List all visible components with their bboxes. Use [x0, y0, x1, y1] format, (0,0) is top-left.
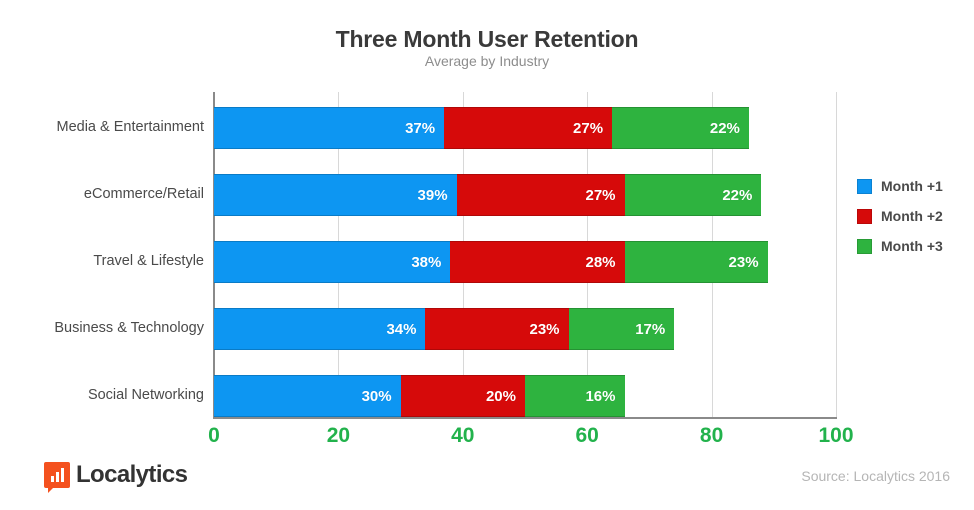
legend-label: Month +1	[881, 178, 943, 194]
bar-value-label: 20%	[485, 387, 516, 405]
bar-value-label: 22%	[722, 186, 753, 204]
x-tick-label: 20	[326, 424, 351, 447]
bar-segment[interactable]: 37%	[214, 107, 445, 149]
gridline-100	[836, 92, 837, 417]
source-credit: Source: Localytics 2016	[801, 468, 950, 484]
bar-row[interactable]: 39% 27% 22%	[214, 174, 762, 216]
bar-row[interactable]: 38% 28% 23%	[214, 241, 768, 283]
legend-color-swatch	[857, 178, 872, 194]
chart-canvas: Three Month User Retention Average by In…	[0, 0, 974, 510]
localytics-logo: Localytics	[44, 461, 188, 493]
x-tick-label: 40	[451, 424, 475, 447]
bar-row[interactable]: 34% 23% 17%	[214, 308, 675, 350]
category-axis: Media & Entertainment eCommerce/Retail Tra…	[14, 92, 204, 417]
chart-title: Three Month User Retention	[335, 26, 639, 52]
category-label: eCommerce/Retail	[83, 186, 204, 202]
bar-segment[interactable]: 38%	[214, 241, 451, 283]
bar-segment[interactable]: 17%	[568, 308, 675, 350]
bar-value-label: 38%	[411, 253, 442, 271]
bar-row[interactable]: 37% 27% 22%	[214, 107, 749, 149]
legend-item[interactable]: Month +1	[857, 178, 943, 194]
x-tick-label: 0	[208, 424, 220, 447]
bar-segment[interactable]: 27%	[444, 107, 613, 149]
legend-item[interactable]: Month +3	[857, 238, 943, 254]
chart-subtitle: Average by Industry	[424, 53, 550, 69]
category-label: Business & Technology	[54, 320, 204, 336]
chart-legend: Month +1 Month +2 Month +3	[857, 178, 943, 254]
bar-segment[interactable]: 39%	[214, 174, 457, 216]
category-label: Social Networking	[87, 387, 204, 403]
legend-item[interactable]: Month +2	[857, 208, 943, 224]
bar-segment[interactable]: 22%	[624, 174, 762, 216]
bar-segment[interactable]: 23%	[624, 241, 768, 283]
legend-color-swatch	[857, 238, 872, 254]
bar-value-label: 30%	[361, 387, 392, 405]
bar-value-label: 23%	[728, 253, 759, 271]
category-label: Media & Entertainment	[56, 119, 205, 135]
bar-segment[interactable]: 27%	[456, 174, 625, 216]
bar-segment[interactable]: 16%	[524, 375, 625, 417]
bar-value-label: 37%	[405, 119, 436, 137]
localytics-bubble-chart-icon	[44, 462, 70, 493]
bar-value-label: 27%	[573, 119, 604, 137]
plot-area: 37% 27% 22% 39% 27% 22% 38% 28% 23% 34% 23% 17% 30% 2…	[213, 92, 837, 419]
bar-row[interactable]: 30% 20% 16%	[214, 375, 625, 417]
bar-value-label: 17%	[635, 320, 666, 338]
bar-value-label: 28%	[585, 253, 616, 271]
x-tick-label: 80	[699, 424, 724, 447]
category-label: Travel & Lifestyle	[93, 253, 204, 269]
x-axis-line	[213, 417, 837, 419]
legend-color-swatch	[857, 208, 872, 224]
bar-value-label: 16%	[585, 387, 616, 405]
bar-segment[interactable]: 28%	[450, 241, 625, 283]
bar-segment[interactable]: 34%	[214, 308, 426, 350]
bar-segment[interactable]: 20%	[400, 375, 525, 417]
x-tick-label: 100	[818, 424, 854, 447]
bar-segment[interactable]: 23%	[425, 308, 569, 350]
x-tick-label: 60	[575, 424, 599, 447]
bar-segment[interactable]: 22%	[612, 107, 749, 149]
bar-segment[interactable]: 30%	[214, 375, 401, 417]
legend-label: Month +3	[881, 238, 943, 254]
bar-value-label: 27%	[585, 186, 616, 204]
bar-value-label: 22%	[709, 119, 740, 137]
legend-label: Month +2	[881, 208, 943, 224]
bar-value-label: 39%	[417, 186, 448, 204]
brand-name: Localytics	[76, 461, 188, 488]
bar-value-label: 23%	[529, 320, 560, 338]
bar-value-label: 34%	[386, 320, 417, 338]
